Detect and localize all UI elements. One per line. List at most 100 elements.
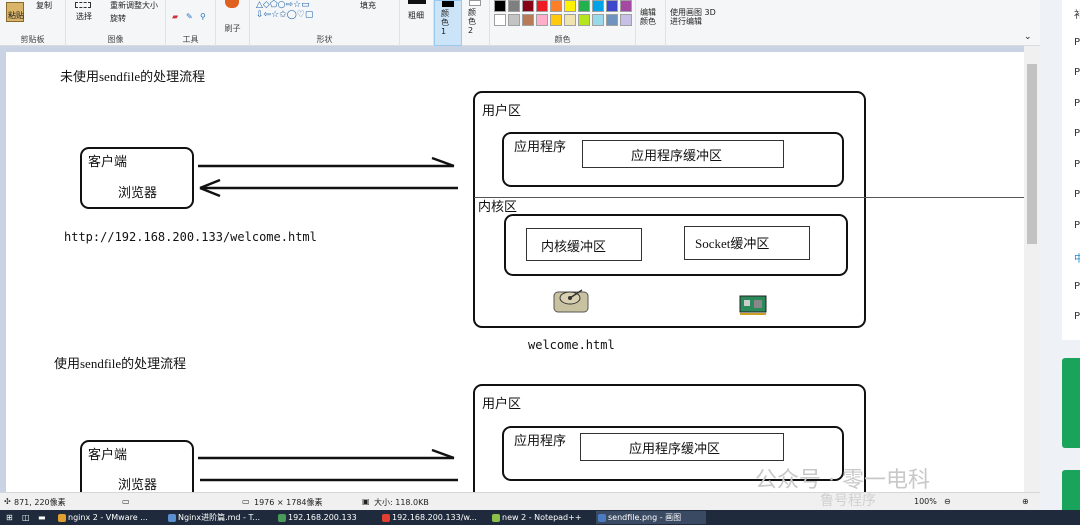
color2-button[interactable]: 颜色 2 (462, 0, 490, 46)
magnifier-icon[interactable]: ⚲ (200, 12, 206, 21)
palette-swatch[interactable] (592, 0, 604, 12)
shapes-row2-icon[interactable]: ⇩⇦☆✩◯♡▢ (256, 10, 313, 20)
right-panel-item[interactable]: P (1074, 159, 1080, 170)
color-picker-icon[interactable]: ✎ (186, 12, 193, 21)
palette-swatch[interactable] (522, 14, 534, 26)
color2-swatch (469, 0, 481, 6)
palette-swatch[interactable] (536, 0, 548, 12)
palette-swatch[interactable] (508, 0, 520, 12)
palette-swatch[interactable] (564, 0, 576, 12)
taskbar-item-label: 192.168.200.133 (288, 513, 357, 522)
app-icon (382, 514, 390, 522)
paint3d-button[interactable]: 使用画图 3D 进行编辑 (666, 0, 718, 46)
right-panel-item[interactable]: 中 (1074, 250, 1080, 265)
explorer-icon[interactable]: ▬ (34, 511, 46, 524)
edit-colors-button[interactable]: 编辑颜色 (636, 0, 666, 46)
copy-button[interactable]: 复制 (36, 0, 52, 11)
canvas-workarea: 未使用sendfile的处理流程 客户端 浏览器 http://192.168.… (0, 46, 1040, 492)
task-view-icon[interactable]: ◫ (18, 511, 30, 524)
user-space-label-2: 用户区 (482, 396, 522, 411)
size-icon (408, 0, 426, 4)
kernel-buffer-label-1: 内核缓冲区 (541, 239, 607, 254)
palette-swatch[interactable] (550, 14, 562, 26)
palette-swatch[interactable] (620, 14, 632, 26)
browser-label-2: 浏览器 (118, 477, 158, 492)
taskbar-item[interactable]: nginx 2 - VMware ... (56, 511, 160, 524)
socket-buffer-1: Socket缓冲区 (684, 226, 810, 260)
section2-title: 使用sendfile的处理流程 (54, 356, 187, 371)
taskbar-item-label: nginx 2 - VMware ... (68, 513, 148, 522)
resize-button[interactable]: 重新调整大小 (110, 0, 158, 11)
brush-icon (225, 0, 239, 8)
color1-button[interactable]: 颜色 1 (434, 0, 462, 46)
colors-label: 颜色 (554, 35, 571, 44)
zoom-in-icon[interactable]: ⊕ (1022, 497, 1029, 506)
palette-swatch[interactable] (592, 14, 604, 26)
right-panel-item[interactable]: P (1074, 37, 1080, 48)
vertical-scrollbar[interactable] (1024, 46, 1040, 492)
palette-swatch[interactable] (494, 14, 506, 26)
paint-window: 粘贴 复制 剪贴板 选择 重新调整大小 旋转 图像 ▰ ✎ ⚲ 工具 刷子 △◇… (0, 0, 1080, 525)
green-widget[interactable] (1062, 358, 1080, 448)
palette-swatch[interactable] (620, 0, 632, 12)
app-icon (598, 514, 606, 522)
right-panel-item[interactable]: P (1074, 67, 1080, 78)
app-icon (58, 514, 66, 522)
app-label-2: 应用程序 (514, 433, 567, 448)
palette-swatch[interactable] (550, 0, 562, 12)
taskbar-item-label: Nginx进阶篇.md - T... (178, 513, 261, 522)
app-buffer-1: 应用程序缓冲区 (582, 140, 784, 168)
palette-swatch[interactable] (578, 14, 590, 26)
eraser-icon[interactable]: ▰ (172, 12, 178, 21)
palette-swatch[interactable] (606, 14, 618, 26)
palette-swatch[interactable] (494, 0, 506, 12)
green-widget-2[interactable] (1062, 470, 1080, 510)
palette-swatch[interactable] (508, 14, 520, 26)
taskbar-item-label: new 2 - Notepad++ (502, 513, 582, 522)
paste-button[interactable]: 粘贴 (8, 10, 24, 21)
size-button[interactable]: 粗细 (408, 10, 424, 21)
right-panel-item[interactable]: P (1074, 189, 1080, 200)
app-icon (168, 514, 176, 522)
image-group: 选择 重新调整大小 旋转 图像 (66, 0, 166, 46)
image-dimensions: 1976 × 1784像素 (254, 498, 323, 507)
palette-swatch[interactable] (578, 0, 590, 12)
zoom-out-icon[interactable]: ⊖ (944, 497, 951, 506)
brushes-group[interactable]: 刷子 (216, 0, 250, 46)
app-icon (492, 514, 500, 522)
select-button[interactable]: 选择 (76, 11, 92, 22)
color1-swatch (442, 1, 454, 7)
taskbar-item[interactable]: sendfile.png - 画图 (596, 511, 706, 524)
socket-buffer-label-1: Socket缓冲区 (695, 236, 770, 251)
clipboard-label: 剪贴板 (20, 35, 45, 44)
vertical-scrollbar-thumb[interactable] (1027, 64, 1037, 244)
color2-label: 颜色 2 (468, 8, 476, 35)
right-panel-item[interactable]: P (1074, 98, 1080, 109)
fill-button[interactable]: 填充 (360, 0, 376, 11)
file-size: 大小: 118.0KB (374, 498, 429, 507)
taskbar-item[interactable]: 192.168.200.133/w... (380, 511, 484, 524)
taskbar-item[interactable]: Nginx进阶篇.md - T... (166, 511, 270, 524)
taskbar-item[interactable]: new 2 - Notepad++ (490, 511, 590, 524)
rotate-button[interactable]: 旋转 (110, 13, 126, 24)
taskbar-item[interactable]: 192.168.200.133 (276, 511, 372, 524)
colors-group: 颜色 (490, 0, 636, 46)
start-icon[interactable]: ⊞ (2, 511, 13, 524)
palette-swatch[interactable] (536, 14, 548, 26)
client-label-2: 客户端 (88, 447, 128, 462)
palette-swatch[interactable] (522, 0, 534, 12)
shapes-row1-icon[interactable]: △◇⬠○⇨☆▭ (256, 0, 310, 10)
drawing-canvas[interactable]: 未使用sendfile的处理流程 客户端 浏览器 http://192.168.… (6, 52, 1024, 492)
right-panel-item[interactable]: P (1074, 281, 1080, 292)
size-group[interactable]: 粗细 (400, 0, 434, 46)
palette-swatch[interactable] (606, 0, 618, 12)
section1-title: 未使用sendfile的处理流程 (60, 69, 206, 84)
right-panel-item[interactable]: P (1074, 128, 1080, 139)
kernel-buffer-1: 内核缓冲区 (526, 228, 642, 261)
right-panel-item[interactable]: P (1074, 311, 1080, 322)
collapse-ribbon-icon[interactable]: ⌄ (1024, 32, 1032, 42)
right-panel-item[interactable]: P (1074, 220, 1080, 231)
app-buffer-label-2: 应用程序缓冲区 (629, 441, 721, 456)
palette-swatch[interactable] (564, 14, 576, 26)
right-panel-item[interactable]: 补 (1074, 6, 1080, 21)
